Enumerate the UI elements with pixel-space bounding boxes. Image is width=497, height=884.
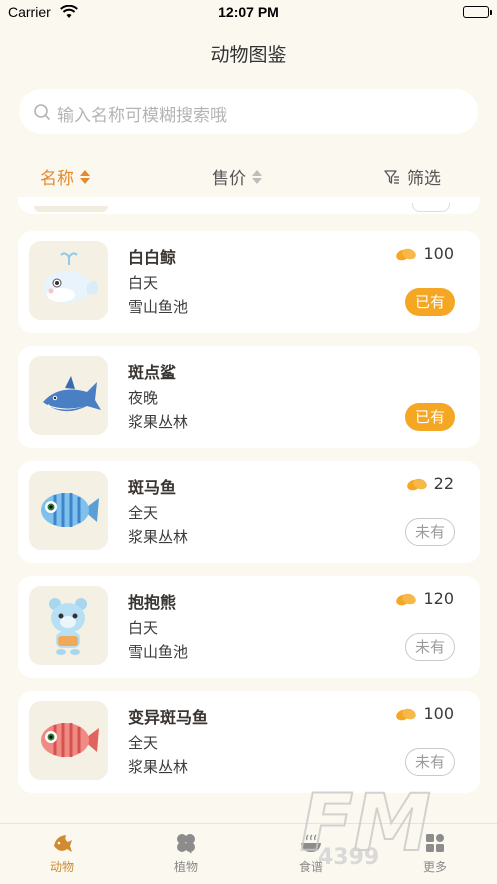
filter-icon bbox=[384, 169, 399, 184]
price: 22 bbox=[406, 474, 454, 493]
list-item-partial[interactable] bbox=[18, 197, 480, 214]
animal-location: 浆果丛林 bbox=[128, 413, 189, 431]
coin-icon bbox=[396, 593, 417, 605]
grid-icon bbox=[426, 834, 444, 852]
sort-bar: 名称 售价 筛选 bbox=[0, 160, 497, 192]
list-item[interactable]: 白白鲸 白天 雪山鱼池 100 已有 bbox=[18, 231, 480, 333]
coin-icon bbox=[406, 478, 427, 490]
tab-bar: 动物 植物 食谱 更多 bbox=[0, 823, 497, 884]
page-title: 动物图鉴 bbox=[210, 44, 287, 66]
white-whale-icon bbox=[29, 241, 108, 320]
hug-bear-icon bbox=[29, 586, 108, 665]
animal-location: 雪山鱼池 bbox=[128, 298, 189, 316]
status-badge[interactable]: 未有 bbox=[405, 748, 455, 776]
price: 120 bbox=[395, 589, 454, 608]
battery-icon bbox=[463, 6, 492, 18]
list-item[interactable]: 抱抱熊 白天 雪山鱼池 120 未有 bbox=[18, 576, 480, 678]
animal-name: 变异斑马鱼 bbox=[128, 708, 209, 727]
spotted-shark-icon bbox=[29, 356, 108, 435]
filter-button[interactable]: 筛选 bbox=[383, 164, 441, 189]
sort-by-name-button[interactable]: 名称 bbox=[40, 164, 90, 189]
fish-icon bbox=[54, 835, 72, 852]
tab-animals[interactable]: 动物 bbox=[32, 832, 92, 875]
price-value: 22 bbox=[433, 474, 454, 493]
tab-label: 食谱 bbox=[298, 860, 323, 874]
animal-name: 斑点鲨 bbox=[128, 363, 177, 382]
animal-time: 白天 bbox=[128, 619, 159, 637]
status-bar: Carrier 12:07 PM bbox=[0, 0, 497, 26]
clock: 12:07 PM bbox=[218, 4, 279, 20]
sort-price-label: 售价 bbox=[212, 169, 246, 189]
price-value: 120 bbox=[423, 589, 454, 608]
animal-list[interactable]: 白白鲸 白天 雪山鱼池 100 已有 斑点鲨 夜晚 浆果丛林 已有 斑马鱼 全天… bbox=[0, 197, 497, 823]
tab-label: 更多 bbox=[422, 860, 447, 874]
search-icon bbox=[34, 104, 51, 121]
list-item[interactable]: 变异斑马鱼 全天 浆果丛林 100 未有 bbox=[18, 691, 480, 793]
sort-arrows-icon bbox=[252, 169, 262, 184]
bowl-icon bbox=[301, 834, 321, 852]
clover-icon bbox=[177, 834, 195, 854]
animal-location: 浆果丛林 bbox=[128, 528, 189, 546]
price: 100 bbox=[395, 704, 454, 723]
coin-icon bbox=[396, 708, 417, 720]
tab-plants[interactable]: 植物 bbox=[156, 832, 216, 875]
sort-arrows-icon bbox=[80, 169, 90, 184]
sort-name-label: 名称 bbox=[40, 169, 74, 189]
zebra-fish-icon bbox=[29, 471, 108, 550]
price: 100 bbox=[395, 244, 454, 263]
animal-name: 斑马鱼 bbox=[128, 478, 177, 497]
animal-name: 白白鲸 bbox=[128, 248, 177, 267]
price-value: 100 bbox=[423, 704, 454, 723]
animal-time: 全天 bbox=[128, 504, 159, 522]
status-badge[interactable]: 已有 bbox=[405, 288, 455, 316]
search-placeholder: 输入名称可模糊搜索哦 bbox=[57, 106, 227, 126]
price-value: 100 bbox=[423, 244, 454, 263]
mutant-zebra-fish-icon bbox=[29, 701, 108, 780]
sort-by-price-button[interactable]: 售价 bbox=[212, 164, 262, 189]
animal-time: 夜晚 bbox=[128, 389, 159, 407]
animal-time: 白天 bbox=[128, 274, 159, 292]
status-badge[interactable]: 已有 bbox=[405, 403, 455, 431]
filter-label: 筛选 bbox=[407, 169, 441, 189]
list-item[interactable]: 斑点鲨 夜晚 浆果丛林 已有 bbox=[18, 346, 480, 448]
animal-time: 全天 bbox=[128, 734, 159, 752]
status-badge[interactable]: 未有 bbox=[405, 518, 455, 546]
coin-icon bbox=[396, 248, 417, 260]
tab-label: 植物 bbox=[173, 860, 198, 874]
tab-recipes[interactable]: 食谱 bbox=[281, 832, 341, 875]
search-input[interactable]: 输入名称可模糊搜索哦 bbox=[19, 89, 478, 134]
animal-location: 雪山鱼池 bbox=[128, 643, 189, 661]
animal-location: 浆果丛林 bbox=[128, 758, 189, 776]
animal-name: 抱抱熊 bbox=[128, 593, 177, 612]
tab-label: 动物 bbox=[49, 860, 74, 874]
tab-more[interactable]: 更多 bbox=[405, 832, 465, 875]
status-badge[interactable]: 未有 bbox=[405, 633, 455, 661]
list-item[interactable]: 斑马鱼 全天 浆果丛林 22 未有 bbox=[18, 461, 480, 563]
